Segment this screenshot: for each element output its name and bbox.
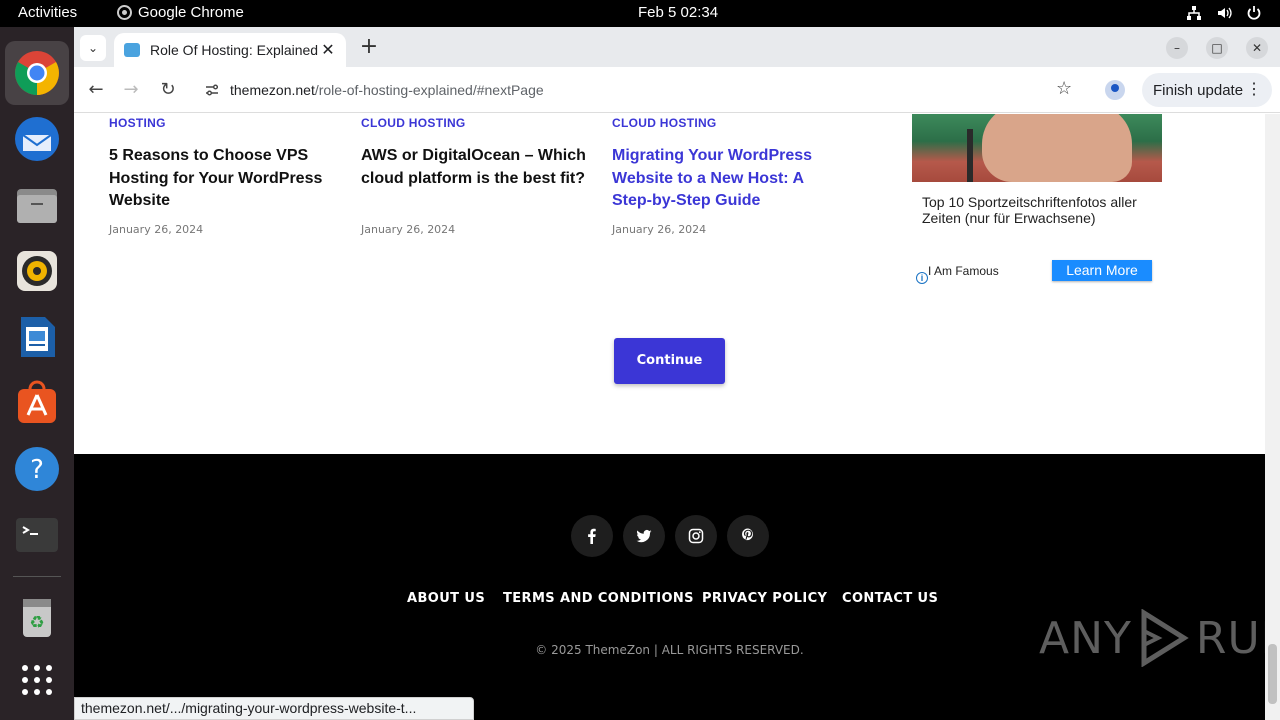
post-category[interactable]: CLOUD HOSTING [361,116,466,130]
app-menu[interactable]: Google Chrome [117,4,244,21]
ad-headline[interactable]: Top 10 Sportzeitschriftenfotos aller Zei… [922,194,1152,226]
ad-image[interactable] [912,114,1162,182]
profile-avatar-icon[interactable] [1105,80,1125,100]
close-window-button[interactable]: ✕ [1246,37,1268,59]
twitter-icon [636,530,652,543]
menu-dots-icon: ⋮ [1246,81,1262,98]
dock-separator [13,576,61,577]
files-icon [17,189,57,223]
site-favicon-icon [124,43,140,57]
dock-trash[interactable]: ♻ [5,585,69,649]
link-status-bubble: themezon.net/.../migrating-your-wordpres… [74,697,474,720]
tab-strip: ⌄ Role Of Hosting: Explained ✕ + – □ ✕ [74,27,1280,67]
back-button[interactable]: ← [84,78,108,102]
post-date: January 26, 2024 [361,223,456,236]
help-icon: ? [15,447,59,491]
system-tray[interactable] [1186,5,1262,21]
new-tab-button[interactable]: + [356,35,382,61]
dock-terminal[interactable] [5,503,69,567]
twitter-button[interactable] [623,515,665,557]
browser-toolbar: ← → ↻ themezon.net/role-of-hosting-expla… [74,67,1280,113]
url-host: themezon.net [230,82,315,98]
page-viewport: HOSTING 5 Reasons to Choose VPS Hosting … [74,114,1280,720]
dock-app-center[interactable] [5,371,69,435]
chrome-icon [15,51,59,95]
minimize-button[interactable]: – [1166,37,1188,59]
activities-button[interactable]: Activities [18,4,77,21]
svg-text:?: ? [30,455,44,485]
browser-window: ⌄ Role Of Hosting: Explained ✕ + – □ ✕ ←… [74,27,1280,720]
site-info-icon[interactable] [204,82,220,98]
power-icon [1246,5,1262,21]
volume-icon [1216,5,1232,21]
post-title[interactable]: 5 Reasons to Choose VPS Hosting for Your… [109,145,334,213]
post-category[interactable]: HOSTING [109,116,166,130]
network-icon [1186,5,1202,21]
url-path: /role-of-hosting-explained/#nextPage [314,82,544,98]
facebook-icon [588,528,596,544]
tab-title: Role Of Hosting: Explained [150,42,319,58]
tab-active[interactable]: Role Of Hosting: Explained ✕ [114,33,346,67]
tab-close-icon[interactable]: ✕ [320,40,336,60]
ad-info-icon[interactable]: i [916,272,928,284]
dock: ? ♻ [0,27,74,720]
facebook-button[interactable] [571,515,613,557]
maximize-button[interactable]: □ [1206,37,1228,59]
dock-app-grid[interactable] [5,648,69,712]
chrome-app-icon [117,5,132,20]
footer-link-terms[interactable]: TERMS AND CONDITIONS [503,591,694,606]
svg-text:♻: ♻ [29,613,44,633]
learn-more-button[interactable]: Learn More [1052,260,1152,281]
tab-search-button[interactable]: ⌄ [80,35,106,61]
app-grid-icon [22,665,52,695]
finish-update-button[interactable]: Finish update ⋮ [1142,73,1272,107]
reload-button[interactable]: ↻ [156,78,180,102]
instagram-button[interactable] [675,515,717,557]
clock[interactable]: Feb 5 02:34 [638,4,718,21]
site-footer: ABOUT US TERMS AND CONDITIONS PRIVACY PO… [74,454,1280,720]
system-top-bar: Activities Google Chrome Feb 5 02:34 [0,0,1280,27]
writer-icon [21,317,55,357]
forward-button[interactable]: → [119,78,143,102]
bookmark-star-icon[interactable]: ☆ [1056,78,1072,99]
finish-update-label: Finish update [1153,81,1244,99]
address-bar[interactable]: themezon.net/role-of-hosting-explained/#… [194,73,1094,107]
pinterest-icon [742,528,753,541]
rhythmbox-icon [17,251,57,291]
continue-button[interactable]: Continue [614,338,725,384]
watermark-text-left: ANY [1039,612,1132,664]
thunderbird-icon [15,117,59,161]
ad-source: I Am Famous [928,264,999,278]
pinterest-button[interactable] [727,515,769,557]
terminal-icon [16,518,58,552]
footer-link-privacy[interactable]: PRIVACY POLICY [702,591,827,606]
post-title[interactable]: AWS or DigitalOcean – Which cloud platfo… [361,145,586,190]
post-date: January 26, 2024 [612,223,707,236]
app-center-icon [18,380,56,423]
ad-image-racket [967,129,973,182]
dock-chrome[interactable] [5,41,69,105]
post-title[interactable]: Migrating Your WordPress Website to a Ne… [612,145,837,213]
anyrun-watermark: ANY RUN [1039,609,1280,667]
play-logo-icon [1141,609,1189,667]
footer-link-contact[interactable]: CONTACT US [842,591,938,606]
page-scrollbar[interactable] [1265,114,1280,720]
dock-help[interactable]: ? [5,437,69,501]
dock-rhythmbox[interactable] [5,239,69,303]
app-name: Google Chrome [138,4,244,21]
sponsored-ad[interactable]: Top 10 Sportzeitschriftenfotos aller Zei… [912,114,1162,284]
trash-icon: ♻ [23,599,51,637]
instagram-icon [688,528,704,544]
ad-image-person [982,114,1132,182]
dock-thunderbird[interactable] [5,107,69,171]
scrollbar-thumb[interactable] [1268,644,1277,704]
post-date: January 26, 2024 [109,223,204,236]
dock-files[interactable] [5,173,69,237]
dock-writer[interactable] [5,305,69,369]
chevron-down-icon: ⌄ [87,41,99,55]
post-category[interactable]: CLOUD HOSTING [612,116,717,130]
footer-link-about[interactable]: ABOUT US [407,591,485,606]
